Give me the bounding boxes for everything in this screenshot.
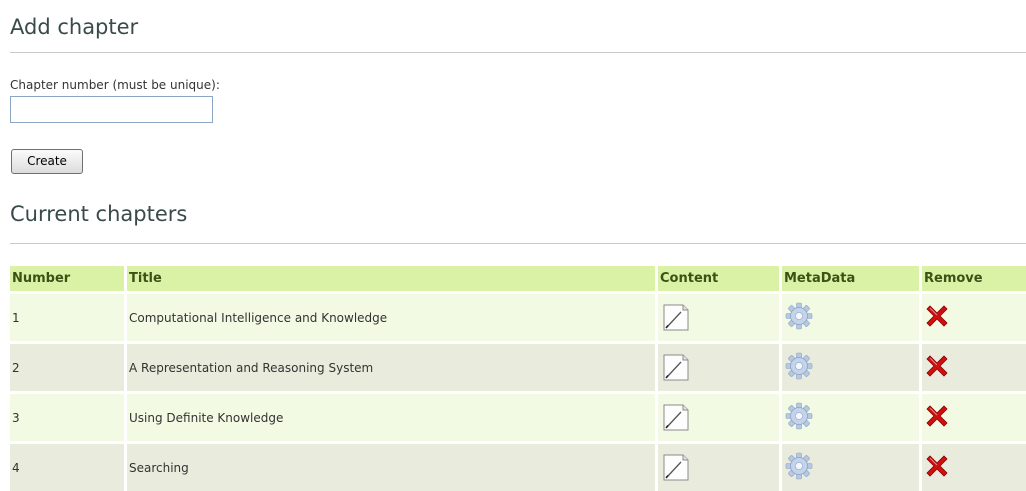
remove-cell xyxy=(919,391,1026,441)
gear-icon[interactable] xyxy=(785,352,813,383)
chapter-number: 2 xyxy=(10,341,124,391)
gear-icon[interactable] xyxy=(785,302,813,333)
divider xyxy=(10,52,1026,53)
remove-cell xyxy=(919,291,1026,341)
table-row: 2A Representation and Reasoning System xyxy=(10,341,1026,391)
chapter-number: 3 xyxy=(10,391,124,441)
table-row: 1 Computational Intelligence and Knowledg… xyxy=(10,291,1026,341)
gear-icon[interactable] xyxy=(785,402,813,433)
chapter-number-input[interactable] xyxy=(10,96,213,123)
chapter-title: Using Definite Knowledge xyxy=(124,391,655,441)
edit-pencil-icon[interactable] xyxy=(663,404,689,434)
table-row: 3 Using Definite Knowledge xyxy=(10,391,1026,441)
chapter-number: 4 xyxy=(10,441,124,491)
chapter-number: 1 xyxy=(10,291,124,341)
chapter-title: A Representation and Reasoning System xyxy=(124,341,655,391)
red-x-icon[interactable] xyxy=(924,453,950,482)
metadata-cell xyxy=(779,441,919,491)
current-chapters-heading: Current chapters xyxy=(10,202,188,226)
add-chapter-heading: Add chapter xyxy=(10,15,139,39)
content-cell xyxy=(655,341,779,391)
chapter-number-label: Chapter number (must be unique): xyxy=(10,78,220,92)
remove-cell xyxy=(919,341,1026,391)
metadata-cell xyxy=(779,391,919,441)
chapter-title: Computational Intelligence and Knowledge xyxy=(124,291,655,341)
edit-pencil-icon[interactable] xyxy=(663,304,689,334)
table-row: 4 Searching xyxy=(10,441,1026,491)
table-header-row: Number Title Content MetaData Remove xyxy=(10,266,1026,291)
red-x-icon[interactable] xyxy=(924,303,950,332)
create-button[interactable]: Create xyxy=(11,149,83,174)
edit-pencil-icon[interactable] xyxy=(663,454,689,484)
remove-cell xyxy=(919,441,1026,491)
header-remove: Remove xyxy=(919,266,1026,291)
divider xyxy=(10,243,1026,244)
red-x-icon[interactable] xyxy=(924,353,950,382)
metadata-cell xyxy=(779,341,919,391)
content-cell xyxy=(655,441,779,491)
chapter-title: Searching xyxy=(124,441,655,491)
header-metadata: MetaData xyxy=(779,266,919,291)
red-x-icon[interactable] xyxy=(924,403,950,432)
header-title: Title xyxy=(124,266,655,291)
gear-icon[interactable] xyxy=(785,452,813,483)
header-content: Content xyxy=(655,266,779,291)
metadata-cell xyxy=(779,291,919,341)
edit-pencil-icon[interactable] xyxy=(663,354,689,384)
content-cell xyxy=(655,291,779,341)
chapters-table: Number Title Content MetaData Remove 1 Co… xyxy=(10,266,1026,491)
content-cell xyxy=(655,391,779,441)
header-number: Number xyxy=(10,266,124,291)
